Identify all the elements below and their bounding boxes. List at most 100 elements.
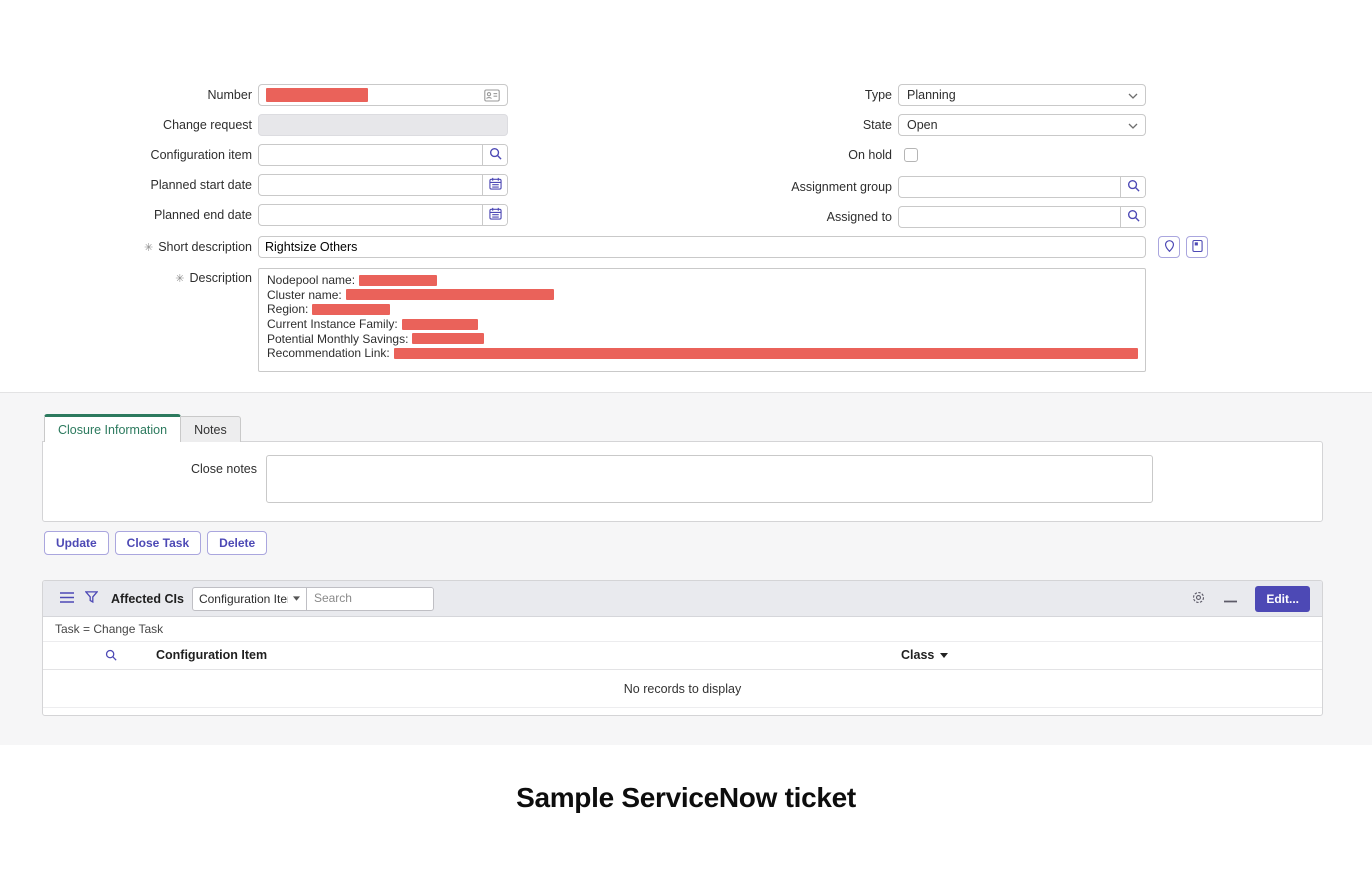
minus-icon — [1224, 592, 1237, 606]
close-notes-label: Close notes — [43, 462, 257, 476]
search-icon — [1127, 209, 1140, 225]
list-header-row: Configuration Item Class — [43, 642, 1322, 670]
description-line: Cluster name: — [267, 288, 1137, 303]
column-header-configuration-item[interactable]: Configuration Item — [156, 648, 267, 662]
search-column-selector[interactable]: Configuration Item ( — [193, 588, 307, 610]
filter-button[interactable] — [79, 591, 103, 606]
reference-card-icon[interactable] — [484, 89, 500, 102]
change-request-field — [258, 114, 508, 136]
dropdown-arrow-icon — [940, 653, 948, 658]
change-request-label: Change request — [58, 118, 258, 132]
configuration-item-lookup-button[interactable] — [482, 145, 507, 165]
servicenow-ticket-screenshot: Number Change request Configuration item — [0, 0, 1372, 890]
short-description-label: ✳ Short description — [58, 240, 258, 254]
type-select[interactable]: Planning — [898, 84, 1146, 106]
assigned-to-input[interactable] — [899, 207, 1120, 227]
assignment-group-input[interactable] — [899, 177, 1120, 197]
assigned-to-field — [898, 206, 1146, 228]
planned-end-calendar-button[interactable] — [482, 205, 507, 225]
assigned-to-lookup-button[interactable] — [1120, 207, 1145, 227]
list-condition-breadcrumb[interactable]: Task = Change Task — [43, 617, 1322, 642]
column-header-class[interactable]: Class — [901, 648, 948, 662]
search-icon — [1127, 179, 1140, 195]
on-hold-label: On hold — [698, 148, 898, 162]
planned-end-date-row: Planned end date — [58, 204, 508, 226]
list-search-input[interactable] — [307, 588, 433, 608]
on-hold-row: On hold — [698, 144, 918, 166]
configuration-item-label: Configuration item — [58, 148, 258, 162]
planned-end-date-field — [258, 204, 508, 226]
type-value: Planning — [907, 88, 956, 102]
image-caption: Sample ServiceNow ticket — [0, 782, 1372, 814]
configuration-item-row: Configuration item — [58, 144, 508, 166]
description-line: Nodepool name: — [267, 273, 1137, 288]
section-tabs: Closure Information Notes — [44, 414, 241, 442]
number-label: Number — [58, 88, 258, 102]
calendar-icon — [489, 207, 502, 223]
type-label: Type — [698, 88, 898, 102]
configuration-item-input[interactable] — [259, 145, 482, 165]
number-row: Number — [58, 84, 508, 106]
description-field[interactable]: Nodepool name: Cluster name: Region: Cur… — [258, 268, 1146, 372]
assigned-to-row: Assigned to — [698, 206, 1146, 228]
redacted-value — [346, 289, 554, 300]
type-row: Type Planning — [698, 84, 1146, 106]
state-select[interactable]: Open — [898, 114, 1146, 136]
gear-icon — [1191, 590, 1206, 608]
description-line: Current Instance Family: — [267, 317, 1137, 332]
redacted-value — [394, 348, 1138, 359]
assignment-group-field — [898, 176, 1146, 198]
tab-closure-information[interactable]: Closure Information — [44, 414, 181, 442]
redacted-value — [412, 333, 484, 344]
form-actions: Update Close Task Delete — [44, 531, 267, 555]
description-line: Potential Monthly Savings: — [267, 331, 1137, 346]
planned-end-date-input[interactable] — [259, 205, 482, 225]
update-button[interactable]: Update — [44, 531, 109, 555]
on-hold-checkbox[interactable] — [904, 148, 918, 162]
calendar-icon — [489, 177, 502, 193]
state-row: State Open — [698, 114, 1146, 136]
short-description-row: ✳ Short description — [58, 236, 1208, 258]
list-search-field — [307, 588, 433, 610]
column-search-toggle[interactable] — [105, 649, 117, 664]
close-notes-textarea[interactable] — [266, 455, 1153, 503]
list-search-group: Configuration Item ( — [192, 587, 434, 611]
configuration-item-field — [258, 144, 508, 166]
planned-start-date-input[interactable] — [259, 175, 482, 195]
delete-button[interactable]: Delete — [207, 531, 267, 555]
redacted-number-value — [266, 88, 368, 102]
short-description-input[interactable] — [259, 237, 1145, 257]
suggestion-pin-button[interactable] — [1158, 236, 1180, 258]
affected-cis-toolbar: Affected CIs Configuration Item ( — [43, 581, 1322, 617]
closure-information-panel: Close notes — [42, 441, 1323, 522]
edit-button[interactable]: Edit... — [1255, 586, 1310, 612]
planned-start-date-label: Planned start date — [58, 178, 258, 192]
description-line: Recommendation Link: — [267, 346, 1137, 361]
dropdown-arrow-icon — [293, 596, 300, 601]
collapse-list-button[interactable] — [1224, 592, 1237, 606]
list-settings-button[interactable] — [1191, 590, 1206, 608]
redacted-value — [312, 304, 390, 315]
number-field[interactable] — [258, 84, 508, 106]
close-task-button[interactable]: Close Task — [115, 531, 201, 555]
tab-notes[interactable]: Notes — [181, 416, 241, 442]
redacted-value — [359, 275, 437, 286]
tablet-icon — [1192, 239, 1203, 256]
assignment-group-row: Assignment group — [698, 176, 1146, 198]
redacted-value — [402, 319, 478, 330]
required-marker: ✳ — [144, 241, 153, 254]
affected-cis-list: Affected CIs Configuration Item ( — [42, 580, 1323, 716]
planned-end-date-label: Planned end date — [58, 208, 258, 222]
planned-start-date-field — [258, 174, 508, 196]
location-pin-icon — [1164, 239, 1175, 256]
chevron-down-icon — [1128, 93, 1138, 99]
assigned-to-label: Assigned to — [698, 210, 898, 224]
knowledge-button[interactable] — [1186, 236, 1208, 258]
search-icon — [489, 147, 502, 163]
hamburger-icon — [60, 592, 74, 606]
list-menu-button[interactable] — [55, 592, 79, 606]
description-label: ✳ Description — [58, 271, 258, 285]
planned-start-calendar-button[interactable] — [482, 175, 507, 195]
assignment-group-lookup-button[interactable] — [1120, 177, 1145, 197]
funnel-icon — [85, 591, 98, 606]
